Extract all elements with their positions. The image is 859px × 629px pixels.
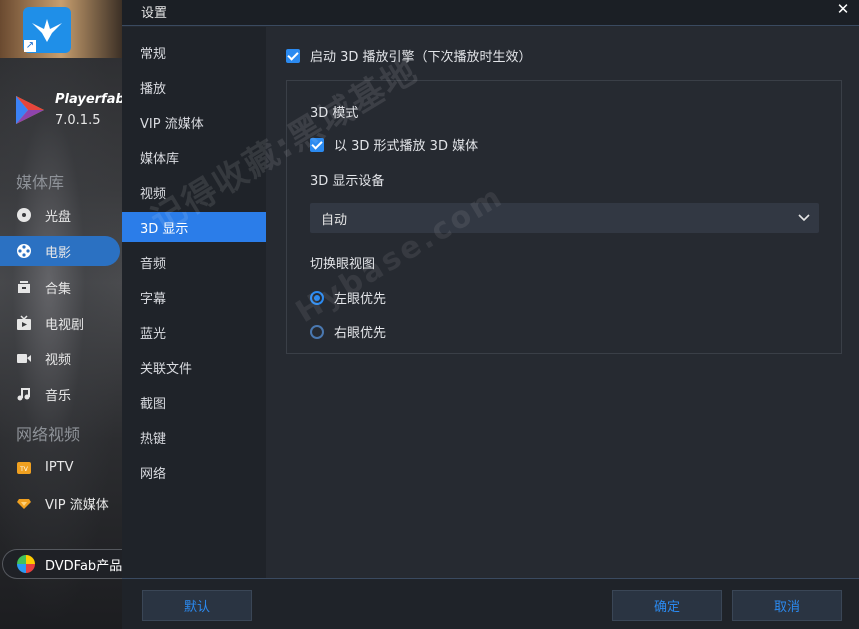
play-3d-as-3d-row[interactable]: 以 3D 形式播放 3D 媒体 [310, 135, 478, 154]
sidebar-item-label: 合集 [45, 281, 72, 297]
3d-mode-heading: 3D 模式 [310, 106, 359, 121]
dvdfab-products-label: DVDFab产品 [45, 558, 122, 574]
sidebar-item-music[interactable]: 音乐 [0, 379, 122, 409]
tab-bluray[interactable]: 蓝光 [122, 317, 266, 347]
diamond-icon [16, 495, 32, 511]
tab-playback[interactable]: 播放 [122, 72, 266, 102]
sidebar-item-label: IPTV [45, 459, 74, 475]
tv-icon: TV [16, 459, 32, 475]
enable-3d-engine-checkbox[interactable] [286, 48, 300, 63]
settings-tab-list: 常规 播放 VIP 流媒体 媒体库 视频 3D 显示 音频 字幕 蓝光 关联文件… [122, 27, 266, 578]
sidebar-item-tv-series[interactable]: 电视剧 [0, 308, 122, 338]
tab-network[interactable]: 网络 [122, 457, 266, 487]
enable-3d-engine-row[interactable]: 启动 3D 播放引擎（下次播放时生效） [286, 46, 532, 65]
right-eye-first-radio[interactable] [310, 324, 324, 339]
dialog-titlebar: 设置 ✕ [122, 0, 859, 26]
sidebar-item-label: 音乐 [45, 388, 72, 404]
play-3d-as-3d-label: 以 3D 形式播放 3D 媒体 [334, 139, 479, 154]
app-version: 7.0.1.5 [55, 113, 101, 128]
svg-text:TV: TV [19, 466, 29, 473]
sidebar-item-label: 电影 [45, 245, 72, 261]
ok-button[interactable]: 确定 [612, 590, 722, 621]
tab-video[interactable]: 视频 [122, 177, 266, 207]
right-eye-first-label: 右眼优先 [334, 326, 387, 341]
section-library-heading: 媒体库 [16, 173, 65, 192]
disc-icon [16, 207, 32, 223]
chevron-down-icon [798, 214, 810, 222]
sidebar-item-label: 电视剧 [45, 317, 85, 333]
cancel-button[interactable]: 取消 [732, 590, 842, 621]
3d-options-panel: 3D 模式 以 3D 形式播放 3D 媒体 3D 显示设备 自动 切换眼视图 左… [286, 80, 842, 354]
tv-series-icon [16, 315, 32, 331]
sidebar-item-vip-streaming[interactable]: VIP 流媒体 [0, 488, 122, 518]
close-icon[interactable]: ✕ [833, 0, 853, 20]
film-reel-icon [16, 243, 32, 259]
tab-vip-streaming[interactable]: VIP 流媒体 [122, 107, 266, 137]
dvdfab-logo-icon [17, 555, 35, 573]
playerfab-logo-icon [16, 96, 44, 124]
tab-subtitles[interactable]: 字幕 [122, 282, 266, 312]
video-camera-icon [16, 350, 32, 366]
sidebar-item-label: 光盘 [45, 209, 72, 225]
sidebar-item-disc[interactable]: 光盘 [0, 200, 122, 230]
section-online-heading: 网络视频 [16, 425, 81, 444]
tab-screenshot[interactable]: 截图 [122, 387, 266, 417]
settings-dialog: 设置 ✕ 常规 播放 VIP 流媒体 媒体库 视频 3D 显示 音频 字幕 蓝光… [122, 0, 859, 629]
dialog-footer: 默认 确定 取消 [122, 578, 859, 629]
shortcut-arrow-icon: ↗ [24, 40, 36, 52]
play-3d-as-3d-checkbox[interactable] [310, 137, 324, 152]
tab-general[interactable]: 常规 [122, 37, 266, 67]
enable-3d-engine-label: 启动 3D 播放引擎（下次播放时生效） [310, 50, 532, 65]
tab-hotkeys[interactable]: 热键 [122, 422, 266, 452]
3d-device-select[interactable]: 自动 [310, 203, 819, 233]
dialog-title: 设置 [141, 6, 168, 21]
app-sidebar: ↗ Playerfab 7.0.1.5 媒体库 光盘 电影 合集 电视剧 视频 … [0, 0, 122, 629]
collection-icon [16, 279, 32, 295]
sidebar-item-videos[interactable]: 视频 [0, 343, 122, 373]
left-eye-first-radio[interactable] [310, 290, 324, 305]
settings-content: 启动 3D 播放引擎（下次播放时生效） 3D 模式 以 3D 形式播放 3D 媒… [266, 27, 859, 578]
sidebar-item-movies[interactable]: 电影 [0, 236, 120, 266]
sidebar-item-collections[interactable]: 合集 [0, 272, 122, 302]
left-eye-first-row[interactable]: 左眼优先 [310, 288, 386, 307]
tab-audio[interactable]: 音频 [122, 247, 266, 277]
sidebar-item-iptv[interactable]: TV IPTV [0, 452, 122, 482]
tab-3d-display[interactable]: 3D 显示 [122, 212, 266, 242]
3d-device-selected-value: 自动 [321, 212, 348, 228]
right-eye-first-row[interactable]: 右眼优先 [310, 322, 386, 341]
left-eye-first-label: 左眼优先 [334, 292, 387, 307]
dvdfab-products-button[interactable]: DVDFab产品 [2, 549, 122, 579]
eye-view-heading: 切换眼视图 [310, 257, 376, 272]
3d-device-heading: 3D 显示设备 [310, 174, 385, 189]
default-button[interactable]: 默认 [142, 590, 252, 621]
tab-file-associations[interactable]: 关联文件 [122, 352, 266, 382]
sidebar-item-label: VIP 流媒体 [45, 497, 109, 513]
app-name: Playerfab [55, 92, 122, 107]
music-note-icon [16, 386, 32, 402]
sidebar-item-label: 视频 [45, 352, 72, 368]
tab-media-library[interactable]: 媒体库 [122, 142, 266, 172]
